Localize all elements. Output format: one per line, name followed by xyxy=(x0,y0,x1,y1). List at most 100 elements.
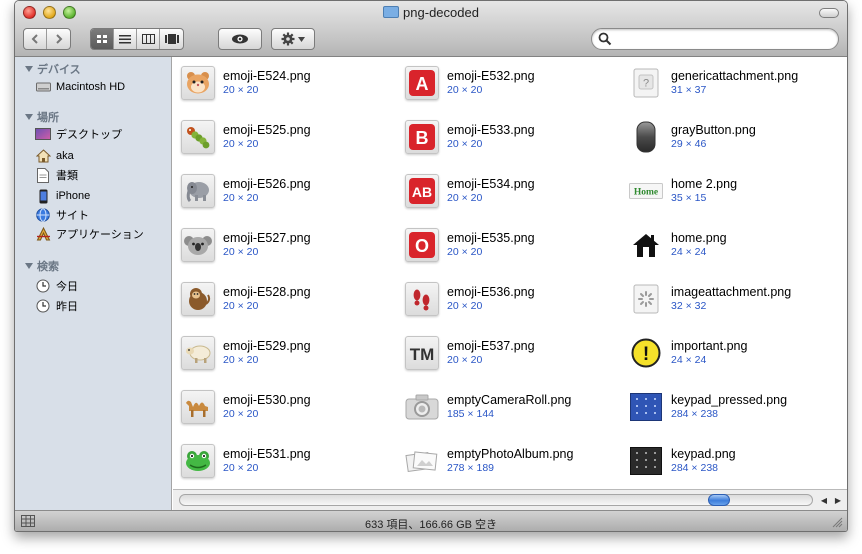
view-mode-control xyxy=(90,28,184,50)
file-item[interactable]: TM emoji-E537.png 20 × 20 xyxy=(405,333,615,373)
sidebar-item-macintosh-hd[interactable]: Macintosh HD xyxy=(35,78,125,96)
list-view-button[interactable] xyxy=(114,29,137,49)
title-toolbar: png-decoded xyxy=(15,1,847,57)
file-name: emptyCameraRoll.png xyxy=(447,393,572,407)
search-field[interactable] xyxy=(591,28,839,50)
letters-ab-emoji-icon: AB xyxy=(405,174,439,208)
svg-text:Home: Home xyxy=(634,188,658,198)
scroll-arrows: ◀ ▶ xyxy=(817,494,845,507)
horizontal-scrollbar[interactable]: ◀ ▶ xyxy=(173,489,847,510)
file-item[interactable]: emoji-E529.png 20 × 20 xyxy=(181,333,391,373)
file-name: keypad_pressed.png xyxy=(671,393,788,407)
clock-icon xyxy=(35,278,51,294)
scroll-thumb[interactable] xyxy=(708,494,731,506)
file-name: emoji-E525.png xyxy=(223,123,311,137)
file-name: important.png xyxy=(671,339,748,353)
globe-icon xyxy=(35,207,51,223)
file-item[interactable]: emptyPhotoAlbum.png 278 × 189 xyxy=(405,441,615,481)
eye-icon xyxy=(232,34,248,44)
file-name: emoji-E536.png xyxy=(447,285,535,299)
forward-button[interactable] xyxy=(47,29,70,49)
sidebar-item-label: デスクトップ xyxy=(56,129,122,141)
file-item[interactable]: home.png 24 × 24 xyxy=(629,225,839,265)
file-item[interactable]: keypad_pressed.png 284 × 238 xyxy=(629,387,839,427)
chevron-right-icon xyxy=(55,34,62,44)
gear-icon xyxy=(281,32,295,46)
disclosure-triangle-icon xyxy=(25,66,33,72)
file-dimensions: 31 × 37 xyxy=(671,84,707,96)
coverflow-view-button[interactable] xyxy=(160,29,183,49)
file-item[interactable]: emoji-E530.png 20 × 20 xyxy=(181,387,391,427)
caterpillar-emoji-icon xyxy=(181,120,215,154)
file-item[interactable]: B emoji-E533.png 20 × 20 xyxy=(405,117,615,157)
sidebar-item-home[interactable]: aka xyxy=(35,147,74,165)
file-dimensions: 20 × 20 xyxy=(447,354,483,366)
sidebar-item-documents[interactable]: 書類 xyxy=(35,166,78,184)
svg-text:?: ? xyxy=(643,78,649,90)
file-item[interactable]: emoji-E528.png 20 × 20 xyxy=(181,279,391,319)
sidebar-item-sites[interactable]: サイト xyxy=(35,206,89,224)
back-button[interactable] xyxy=(24,29,47,49)
file-item[interactable]: AB emoji-E534.png 20 × 20 xyxy=(405,171,615,211)
sidebar-item-label: 今日 xyxy=(56,281,78,293)
scroll-left-button[interactable]: ◀ xyxy=(817,494,831,507)
status-bar: 633 項目、166.66 GB 空き xyxy=(15,510,847,531)
window-title-text: png-decoded xyxy=(403,5,479,20)
column-view-icon xyxy=(141,34,155,44)
sidebar-item-today[interactable]: 今日 xyxy=(35,277,78,295)
toolbar-toggle-button[interactable] xyxy=(819,8,839,18)
sidebar-item-label: iPhone xyxy=(56,190,91,202)
file-item[interactable]: emoji-E526.png 20 × 20 xyxy=(181,171,391,211)
file-item[interactable]: A emoji-E532.png 20 × 20 xyxy=(405,63,615,103)
quicklook-button[interactable] xyxy=(218,28,262,50)
file-name: emptyPhotoAlbum.png xyxy=(447,447,574,461)
file-dimensions: 20 × 20 xyxy=(223,246,259,258)
file-name: genericattachment.png xyxy=(671,69,799,83)
sidebar-item-yesterday[interactable]: 昨日 xyxy=(35,297,78,315)
camel-emoji-icon xyxy=(181,390,215,424)
file-dimensions: 20 × 20 xyxy=(223,354,259,366)
resize-grip-icon[interactable] xyxy=(832,517,843,528)
file-dimensions: 20 × 20 xyxy=(223,462,259,474)
sidebar-item-desktop[interactable]: デスクトップ xyxy=(35,125,122,143)
file-item[interactable]: emoji-E531.png 20 × 20 xyxy=(181,441,391,481)
file-item[interactable]: ? genericattachment.png 31 × 37 xyxy=(629,63,839,103)
sidebar-item-label: サイト xyxy=(56,210,89,222)
file-dimensions: 20 × 20 xyxy=(223,300,259,312)
file-item[interactable]: emoji-E524.png 20 × 20 xyxy=(181,63,391,103)
sidebar-item-iphone[interactable]: iPhone xyxy=(35,187,90,205)
elephant-emoji-icon xyxy=(181,174,215,208)
search-input[interactable] xyxy=(614,31,828,47)
sidebar-section-devices[interactable]: デバイス xyxy=(25,61,81,77)
home-label-icon: Home xyxy=(629,174,663,208)
icon-view-button[interactable] xyxy=(91,29,114,49)
file-dimensions: 20 × 20 xyxy=(223,192,259,204)
file-item[interactable]: ! important.png 24 × 24 xyxy=(629,333,839,373)
file-item[interactable]: keypad.png 284 × 238 xyxy=(629,441,839,481)
column-view-button[interactable] xyxy=(137,29,160,49)
icon-view-icon xyxy=(96,34,107,43)
file-item[interactable]: emoji-E536.png 20 × 20 xyxy=(405,279,615,319)
file-name: emoji-E532.png xyxy=(447,69,535,83)
sidebar-section-search[interactable]: 検索 xyxy=(25,258,59,274)
coverflow-view-icon xyxy=(164,34,179,44)
file-name: emoji-E537.png xyxy=(447,339,535,353)
scroll-right-button[interactable]: ▶ xyxy=(831,494,845,507)
sidebar-item-applications[interactable]: アプリケーション xyxy=(35,225,144,243)
file-dimensions: 20 × 20 xyxy=(447,246,483,258)
svg-text:TM: TM xyxy=(410,345,435,364)
folder-icon xyxy=(383,6,400,18)
sidebar: デバイス Macintosh HD 場所 デスクトップ aka 書類 iPhon… xyxy=(15,57,172,510)
file-item[interactable]: emptyCameraRoll.png 185 × 144 xyxy=(405,387,615,427)
file-item[interactable]: grayButton.png 29 × 46 xyxy=(629,117,839,157)
action-menu-button[interactable] xyxy=(271,28,315,50)
file-item[interactable]: imageattachment.png 32 × 32 xyxy=(629,279,839,319)
sidebar-section-places[interactable]: 場所 xyxy=(25,109,59,125)
file-item[interactable]: Home home 2.png 35 × 15 xyxy=(629,171,839,211)
file-item[interactable]: emoji-E525.png 20 × 20 xyxy=(181,117,391,157)
file-dimensions: 20 × 20 xyxy=(223,84,259,96)
sidebar-section-label: デバイス xyxy=(37,64,81,76)
file-item[interactable]: O emoji-E535.png 20 × 20 xyxy=(405,225,615,265)
file-item[interactable]: emoji-E527.png 20 × 20 xyxy=(181,225,391,265)
file-dimensions: 284 × 238 xyxy=(671,462,719,474)
